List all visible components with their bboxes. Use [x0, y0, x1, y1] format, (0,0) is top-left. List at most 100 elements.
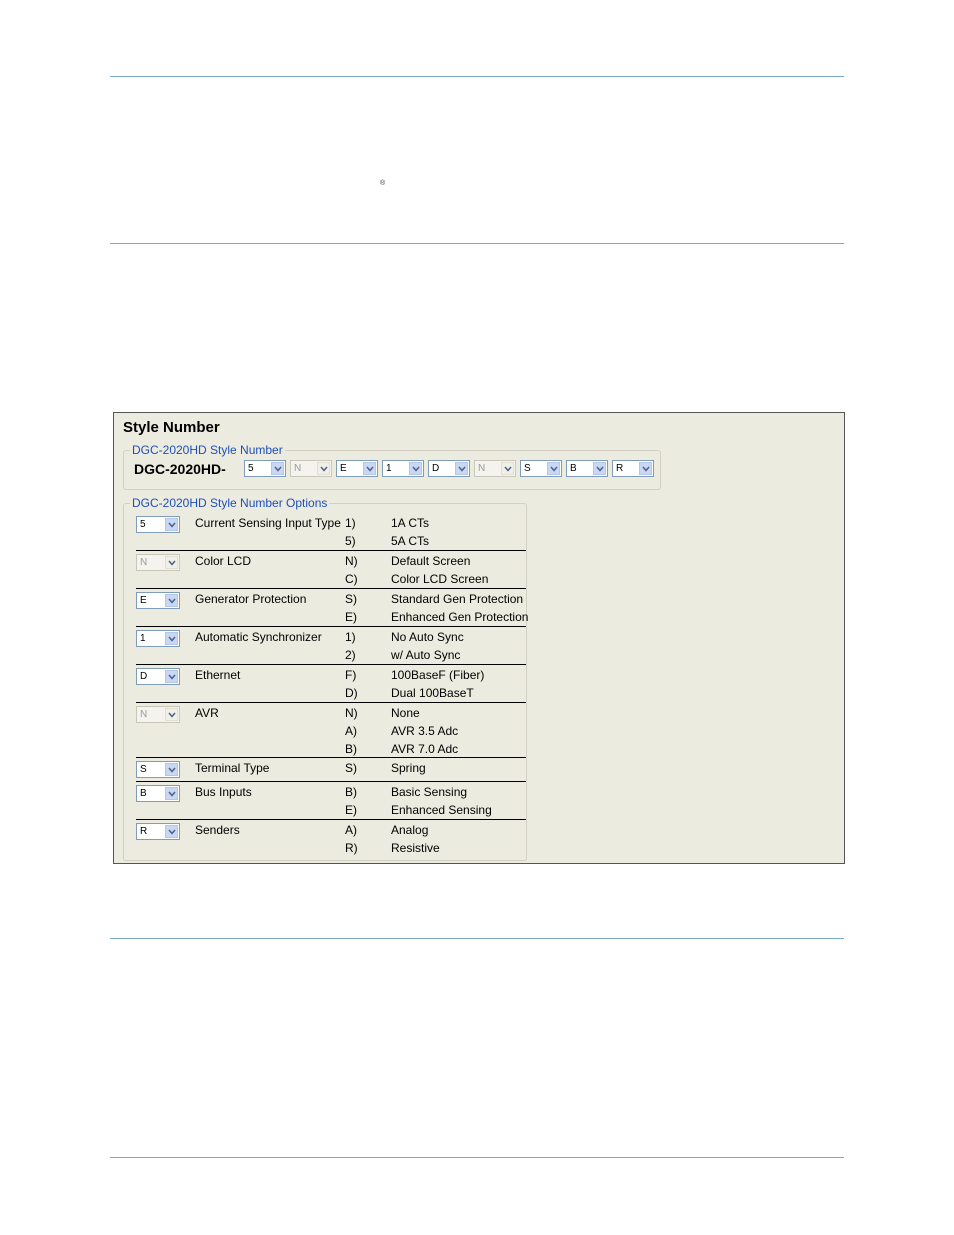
option-label: Ethernet [195, 668, 241, 682]
option-row: N Color LCD N) Default Screen C) Color LCD Sc… [136, 551, 526, 589]
option-row: 5 Current Sensing Input Type 1) 1A CTs 5) 5A … [136, 513, 526, 551]
option-row: B Bus Inputs B) Basic Sensing E) Enhanced Sen… [136, 782, 526, 820]
option-selector: N [136, 706, 180, 723]
option-description: w/ Auto Sync [391, 648, 461, 662]
option-code: F) [345, 668, 357, 682]
style-selector-5[interactable]: D [428, 460, 470, 477]
option-description: Enhanced Gen Protection [391, 610, 529, 624]
option-row: 1 Automatic Synchronizer 1) No Auto Sync 2) w… [136, 627, 526, 665]
chevron-down-icon[interactable] [165, 763, 178, 776]
option-code: N) [345, 554, 358, 568]
registered-mark: ® [380, 180, 386, 187]
chevron-down-icon[interactable] [547, 462, 560, 475]
option-description: Color LCD Screen [391, 572, 489, 586]
option-code: B) [345, 742, 357, 756]
option-description: Analog [391, 823, 429, 837]
chevron-down-icon[interactable] [593, 462, 606, 475]
style-prefix: DGC-2020HD- [134, 461, 226, 477]
section-rule-2 [110, 938, 844, 939]
style-selector-8-value: B [570, 463, 577, 474]
style-selector-6-value: N [478, 463, 486, 474]
style-selector-3[interactable]: E [336, 460, 378, 477]
style-options-group-caption: DGC-2020HD Style Number Options [130, 496, 330, 510]
option-code: 1) [345, 516, 356, 530]
option-code: B) [345, 785, 357, 799]
style-selector-4-value: 1 [386, 463, 392, 474]
option-description: 5A CTs [391, 534, 430, 548]
option-row: E Generator Protection S) Standard Gen Prot… [136, 589, 529, 627]
style-selector-7[interactable]: S [520, 460, 562, 477]
chevron-down-icon [501, 462, 514, 475]
section-rule-1 [110, 243, 844, 244]
option-selector-value: D [140, 671, 148, 682]
option-label: Color LCD [195, 554, 252, 568]
option-selector-value: E [140, 595, 147, 606]
option-code: A) [345, 823, 357, 837]
style-selector-3-value: E [340, 463, 347, 474]
style-selector-1-value: 5 [248, 463, 254, 474]
option-description: Default Screen [391, 554, 471, 568]
option-description: AVR 7.0 Adc [391, 742, 459, 756]
option-code: 1) [345, 630, 356, 644]
option-selector: N [136, 554, 180, 571]
style-selector-4[interactable]: 1 [382, 460, 424, 477]
option-selector[interactable]: E [136, 592, 180, 609]
chevron-down-icon[interactable] [455, 462, 468, 475]
option-label: Generator Protection [195, 592, 307, 606]
option-description: AVR 3.5 Adc [391, 724, 459, 738]
option-selector[interactable]: 1 [136, 630, 180, 647]
option-description: Spring [391, 761, 426, 775]
style-selector-5-value: D [432, 463, 440, 474]
style-selector-9[interactable]: R [612, 460, 654, 477]
chevron-down-icon[interactable] [363, 462, 376, 475]
option-selector-value: N [140, 557, 148, 568]
style-selector-2-value: N [294, 463, 302, 474]
option-label: Automatic Synchronizer [195, 630, 322, 644]
chevron-down-icon[interactable] [165, 518, 178, 531]
chevron-down-icon[interactable] [409, 462, 422, 475]
footer-rule [110, 1157, 844, 1158]
option-row: S Terminal Type S) Spring [136, 758, 526, 782]
chevron-down-icon[interactable] [639, 462, 652, 475]
chevron-down-icon [165, 708, 178, 721]
option-description: Resistive [391, 841, 440, 855]
option-selector-value: B [140, 788, 147, 799]
option-row: R Senders A) Analog R) Resistive [136, 820, 526, 858]
chevron-down-icon[interactable] [165, 594, 178, 607]
chevron-down-icon[interactable] [271, 462, 284, 475]
style-selector-1[interactable]: 5 [244, 460, 286, 477]
style-selector-8[interactable]: B [566, 460, 608, 477]
option-selector[interactable]: 5 [136, 516, 180, 533]
option-row: D Ethernet F) 100BaseF (Fiber) D) Dual 100Bas… [136, 665, 526, 703]
chevron-down-icon[interactable] [165, 632, 178, 645]
option-selector[interactable]: R [136, 823, 180, 840]
style-number-group-caption: DGC-2020HD Style Number [130, 443, 285, 457]
option-description: Dual 100BaseT [391, 686, 474, 700]
option-selector[interactable]: D [136, 668, 180, 685]
chevron-down-icon[interactable] [165, 825, 178, 838]
option-description: No Auto Sync [391, 630, 464, 644]
chevron-down-icon[interactable] [165, 670, 178, 683]
option-selector-value: R [140, 826, 148, 837]
option-description: None [391, 706, 420, 720]
option-selector-value: 5 [140, 519, 146, 530]
style-selector-2: N [290, 460, 332, 477]
option-label: Bus Inputs [195, 785, 252, 799]
option-code: D) [345, 686, 358, 700]
option-code: N) [345, 706, 358, 720]
chevron-down-icon[interactable] [165, 787, 178, 800]
option-description: 1A CTs [391, 516, 430, 530]
option-selector-value: 1 [140, 633, 146, 644]
option-selector[interactable]: B [136, 785, 180, 802]
option-selector-value: N [140, 709, 148, 720]
option-description: Basic Sensing [391, 785, 468, 799]
style-selector-7-value: S [524, 463, 531, 474]
option-code: E) [345, 803, 357, 817]
chevron-down-icon [165, 556, 178, 569]
option-label: AVR [195, 706, 219, 720]
option-description: Standard Gen Protection [391, 592, 524, 606]
option-selector[interactable]: S [136, 761, 180, 778]
option-code: R) [345, 841, 358, 855]
option-code: C) [345, 572, 358, 586]
option-code: S) [345, 592, 357, 606]
